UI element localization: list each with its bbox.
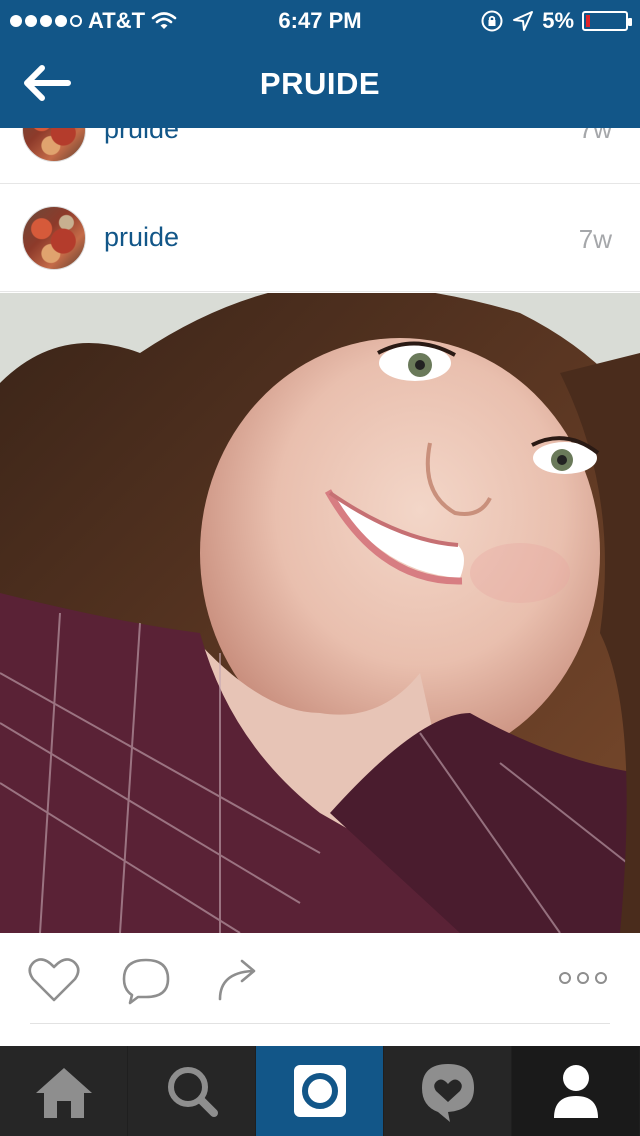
tab-search[interactable]: [128, 1046, 256, 1136]
page-title: PRUIDE: [259, 66, 381, 101]
comment-icon: [122, 958, 170, 1005]
rotation-lock-icon: [481, 10, 503, 32]
profile-icon: [554, 1065, 598, 1118]
status-right: 5%: [480, 8, 632, 34]
activity-heart-icon: [422, 1064, 474, 1122]
more-options-button[interactable]: [558, 971, 608, 990]
location-arrow-icon: [513, 11, 534, 31]
navigation-bar: PRUIDE: [0, 40, 640, 128]
comment-button[interactable]: [120, 955, 172, 1010]
tab-home[interactable]: [0, 1046, 128, 1136]
more-options-icon: [559, 972, 607, 984]
avatar[interactable]: [22, 206, 86, 270]
top-bar: AT&T 6:47 PM 5% PRUIDE: [0, 0, 640, 128]
battery-percent: 5%: [542, 8, 574, 33]
heart-icon: [28, 958, 80, 1002]
share-icon: [218, 959, 256, 1001]
divider: [30, 1023, 610, 1024]
selfie-photo-illustration: [0, 293, 640, 933]
like-button[interactable]: [26, 955, 82, 1010]
search-icon: [168, 1067, 218, 1117]
home-icon: [36, 1068, 92, 1118]
tab-activity[interactable]: [384, 1046, 512, 1136]
battery-icon: [582, 11, 632, 31]
post-timestamp: 7w: [578, 224, 612, 254]
tab-camera[interactable]: [256, 1046, 384, 1136]
post-photo[interactable]: [0, 293, 640, 933]
post-actions: [0, 933, 640, 1045]
share-button[interactable]: [214, 955, 262, 1010]
status-bar: AT&T 6:47 PM 5%: [0, 0, 640, 40]
post-header: pruide 7w: [0, 184, 640, 292]
camera-icon: [294, 1065, 346, 1117]
tab-bar: [0, 1046, 640, 1136]
tab-profile[interactable]: [512, 1046, 640, 1136]
post-username[interactable]: pruide: [104, 222, 179, 253]
